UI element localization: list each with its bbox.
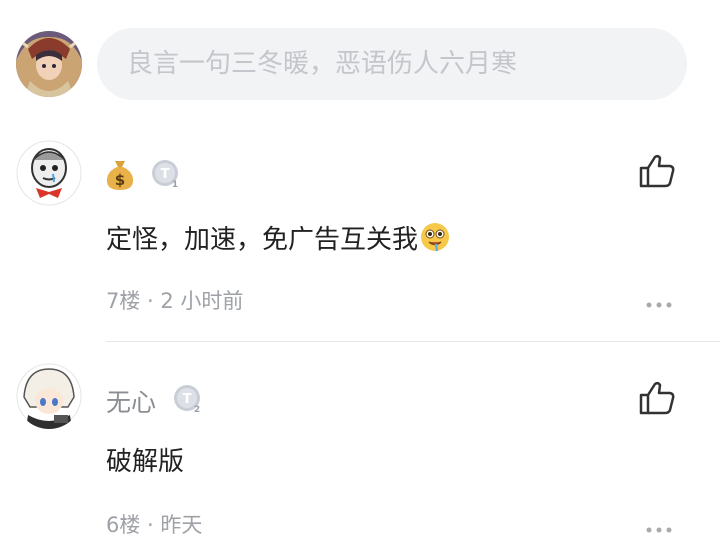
comment-item: $ T 1 定怪，加速，免广告互关我 7楼 · 2 小时前 bbox=[0, 137, 720, 342]
svg-text:2: 2 bbox=[194, 405, 200, 414]
thumbs-up-icon[interactable] bbox=[638, 380, 676, 416]
comment-item: 无心 T 2 破解版 6楼 · 昨天 bbox=[0, 343, 720, 543]
comment-composer: 良言一句三冬暖，恶语伤人六月寒 bbox=[0, 0, 720, 125]
level-badge-icon: T 2 bbox=[173, 384, 203, 415]
comment-meta: 6楼 · 昨天 bbox=[106, 513, 203, 537]
more-dots-icon[interactable] bbox=[645, 294, 673, 308]
more-dots-icon[interactable] bbox=[645, 519, 673, 533]
comment-input-placeholder: 良言一句三冬暖，恶语伤人六月寒 bbox=[127, 49, 518, 79]
current-user-avatar[interactable] bbox=[16, 31, 82, 97]
drooling-face-emoji-icon bbox=[420, 222, 450, 252]
thumbs-up-icon[interactable] bbox=[638, 153, 676, 189]
comment-text: 定怪，加速，免广告互关我 bbox=[106, 219, 450, 256]
comment-input[interactable]: 良言一句三冬暖，恶语伤人六月寒 bbox=[97, 28, 687, 100]
comment-text: 破解版 bbox=[106, 447, 185, 477]
commenter-avatar[interactable] bbox=[16, 363, 82, 429]
svg-text:$: $ bbox=[115, 171, 125, 189]
svg-text:T: T bbox=[183, 392, 192, 407]
commenter-username[interactable]: 无心 bbox=[106, 383, 156, 419]
money-bag-icon: $ bbox=[104, 158, 136, 192]
svg-text:1: 1 bbox=[172, 180, 178, 189]
level-badge-icon: T 1 bbox=[151, 159, 181, 190]
commenter-avatar[interactable] bbox=[16, 140, 82, 206]
comment-divider bbox=[106, 341, 720, 342]
svg-text:T: T bbox=[161, 167, 170, 182]
comment-meta: 7楼 · 2 小时前 bbox=[106, 289, 244, 313]
